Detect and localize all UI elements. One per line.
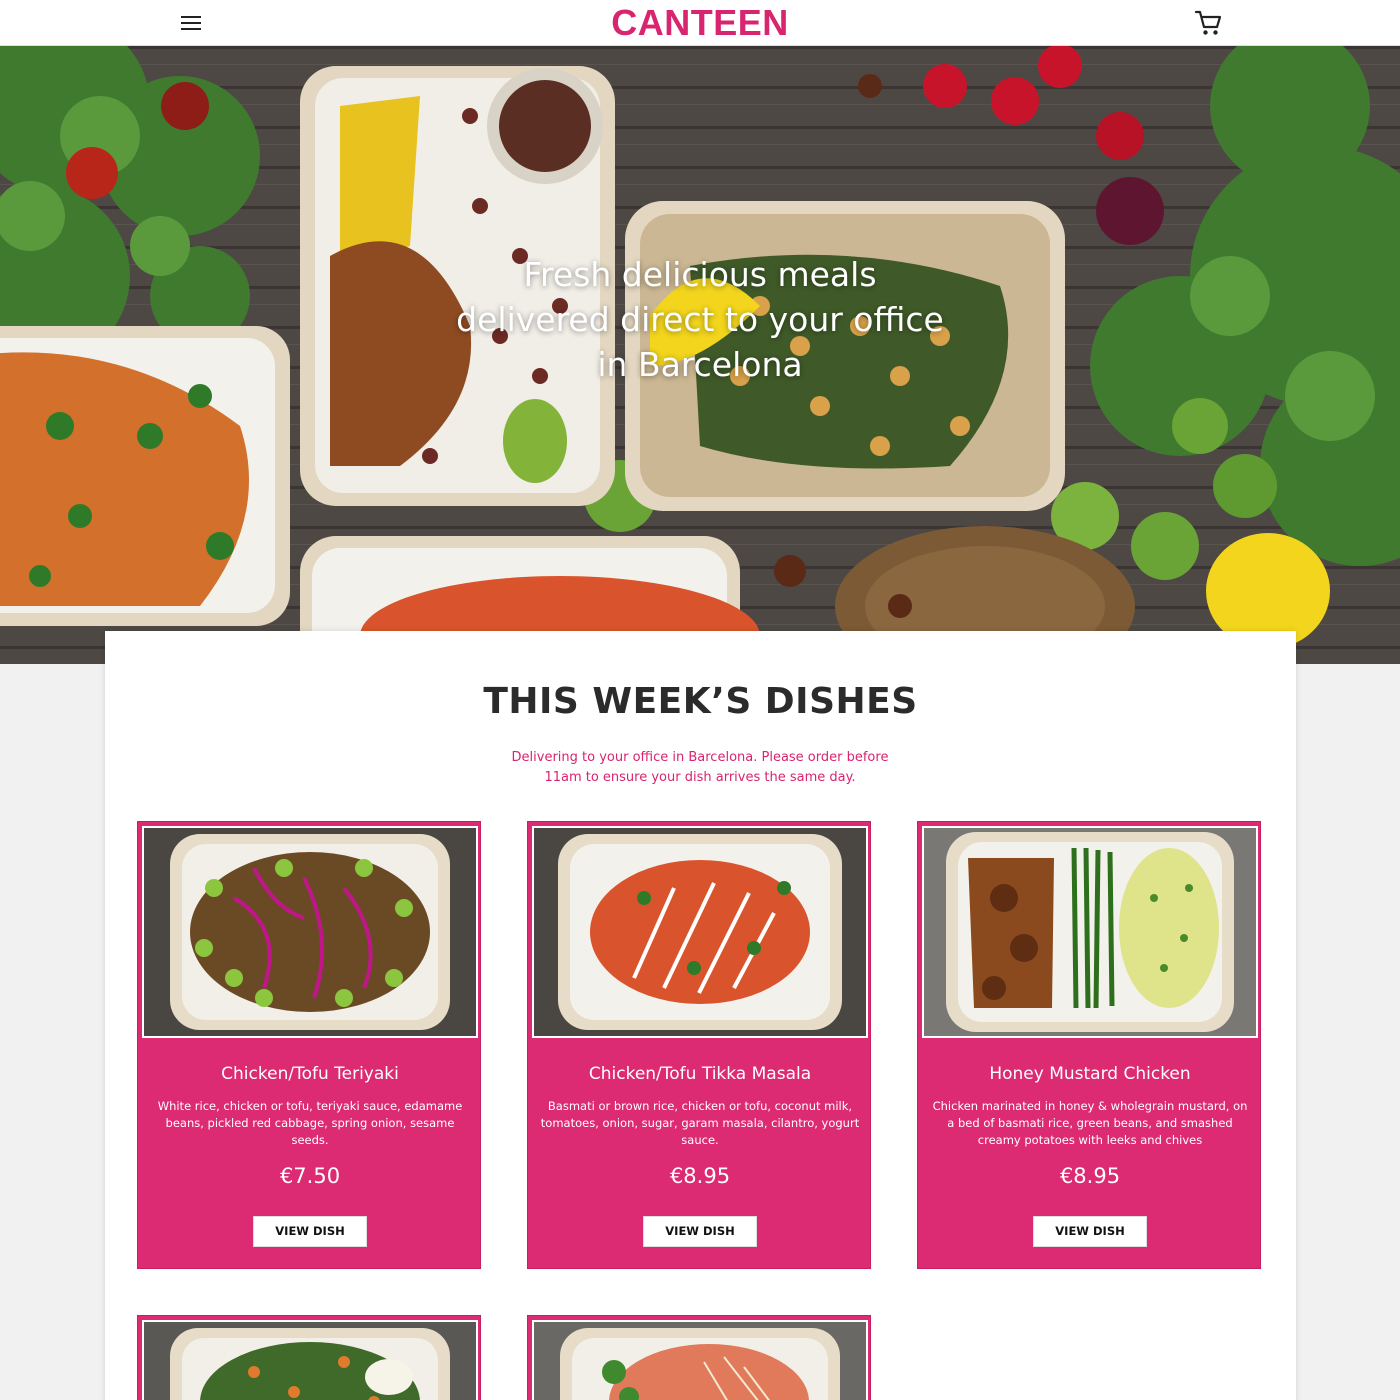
dish-card-partial[interactable] [527,1315,871,1400]
dish-card-teriyaki[interactable]: Chicken/Tofu Teriyaki White rice, chicke… [137,821,481,1269]
shopping-cart-icon[interactable] [1192,8,1224,38]
dish-name: Chicken/Tofu Teriyaki [221,1064,399,1084]
dish-price: €8.95 [669,1164,731,1188]
dish-name: Chicken/Tofu Tikka Masala [588,1064,812,1084]
dishes-panel: THIS WEEK’S DISHES Delivering to your of… [105,631,1296,1400]
dish-card-honey-mustard[interactable]: Honey Mustard Chicken Chicken marinated … [917,821,1261,1269]
dish-price: €8.95 [1059,1164,1121,1188]
view-dish-button[interactable]: VIEW DISH [1033,1216,1147,1247]
dish-photo-tikka-masala[interactable] [532,826,868,1038]
hamburger-menu-icon[interactable] [178,11,206,35]
hero-banner: Fresh delicious meals delivered direct t… [0,46,1400,664]
dish-name: Honey Mustard Chicken [989,1064,1191,1084]
dish-description: Chicken marinated in honey & wholegrain … [932,1099,1248,1147]
dish-photo[interactable] [532,1320,868,1400]
dish-card-partial[interactable] [137,1315,481,1400]
dish-price: €7.50 [279,1164,341,1188]
dish-photo-honey-mustard[interactable] [922,826,1258,1038]
canteen-logo[interactable]: CANTEEN [500,2,900,44]
dish-description: White rice, chicken or tofu, teriyaki sa… [157,1099,463,1147]
section-title: THIS WEEK’S DISHES [483,681,918,722]
dish-photo-teriyaki[interactable] [142,826,478,1038]
view-dish-button[interactable]: VIEW DISH [253,1216,367,1247]
top-navigation-bar: CANTEEN [0,0,1400,46]
dish-photo[interactable] [142,1320,478,1400]
dish-description: Basmati or brown rice, chicken or tofu, … [540,1099,860,1147]
section-subtitle: Delivering to your office in Barcelona. … [511,750,889,785]
hero-title: Fresh delicious meals delivered direct t… [456,255,944,384]
view-dish-button[interactable]: VIEW DISH [643,1216,757,1247]
dish-card-tikka-masala[interactable]: Chicken/Tofu Tikka Masala Basmati or bro… [527,821,871,1269]
